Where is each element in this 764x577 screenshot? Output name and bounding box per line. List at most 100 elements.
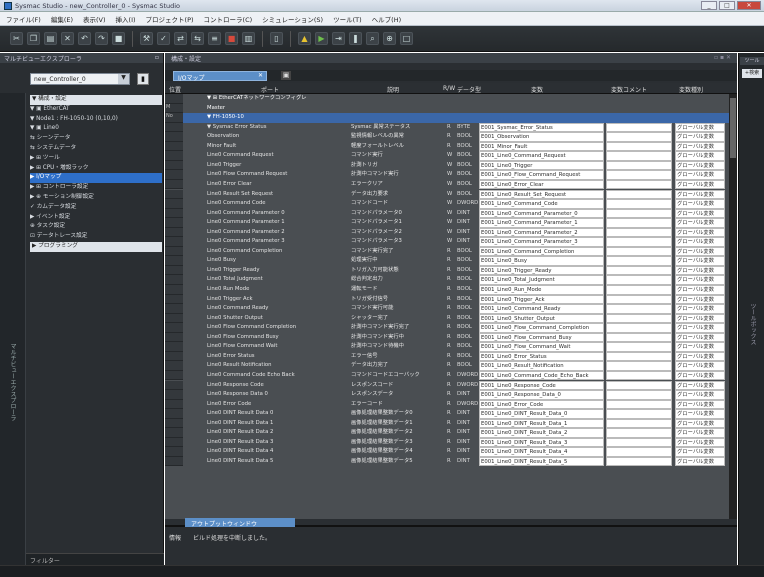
tree-node[interactable]: ▼ 構成・設定 <box>30 95 162 105</box>
transfer-icon[interactable]: ≡ <box>208 32 221 45</box>
variable-cell[interactable]: E001_Line0_Flow_Command_Busy <box>479 332 604 343</box>
variable-cell[interactable]: E001_Line0_Command_Ready <box>479 304 604 314</box>
variable-type-cell[interactable]: グローバル変数 <box>675 132 725 142</box>
tree-node[interactable]: ▶ ⊞ ツール <box>30 154 162 164</box>
tree-node[interactable]: ▶ I/Oマップ <box>30 173 162 184</box>
table-row[interactable]: No ▼ FH-1050-10 <box>165 113 737 123</box>
variable-cell[interactable]: E001_Line0_Command_Request <box>479 151 604 161</box>
delete-icon[interactable]: ✕ <box>61 32 74 45</box>
variable-type-cell[interactable]: グローバル変数 <box>675 437 725 448</box>
variable-comment-cell[interactable] <box>606 227 672 238</box>
table-row[interactable]: Line0 DINT Result Data 1 画像処理結果整数データ1 R DIN… <box>165 418 737 429</box>
tab-tools[interactable]: ツール <box>740 57 764 65</box>
table-row[interactable]: ▼ ⊞ EtherCATネットワークコンフィグレ <box>165 94 737 104</box>
tab-io-map[interactable]: I/Oマップ ✕ <box>173 71 267 82</box>
variable-comment-cell[interactable] <box>606 323 672 333</box>
table-row[interactable]: Line0 Command Parameter 0 コマンドパラメータ0 W DINT… <box>165 208 737 219</box>
col-dtype[interactable]: データ型 <box>457 85 481 94</box>
col-var[interactable]: 変数 <box>531 85 543 94</box>
table-row[interactable]: Minor Fault 軽度フォールトレベル R BOOL E001_Minor_Fau… <box>165 141 737 152</box>
online-icon[interactable]: ⇄ <box>174 32 187 45</box>
variable-comment-cell[interactable] <box>606 122 672 133</box>
table-row[interactable]: Line0 Error Status エラー信号 R BOOL E001_Line0_E… <box>165 351 737 362</box>
variable-cell[interactable]: E001_Minor_Fault <box>479 141 604 152</box>
search-icon[interactable]: ⌕ <box>366 32 379 45</box>
offline-icon[interactable]: ⇆ <box>191 32 204 45</box>
step-icon[interactable]: ⇥ <box>332 32 345 45</box>
variable-type-cell[interactable]: グローバル変数 <box>675 179 725 190</box>
table-row[interactable]: Line0 Flow Command Completion 計測中コマンド実行完了… <box>165 323 737 333</box>
tree-node[interactable]: ▼ Node1 : FH-1050-10 (0,10,0) <box>30 115 162 125</box>
pin-icon[interactable]: ▫ <box>155 54 159 62</box>
variable-comment-cell[interactable] <box>606 208 672 219</box>
table-row[interactable]: Line0 Command Ready コマンド実行可能 R BOOL E001_Lin… <box>165 304 737 314</box>
table-row[interactable]: Line0 Run Mode 運転モード R BOOL E001_Line0_Run_M… <box>165 285 737 295</box>
variable-comment-cell[interactable] <box>606 179 672 190</box>
zoom-icon[interactable]: ⊕ <box>383 32 396 45</box>
variable-cell[interactable]: E001_Line0_Command_Code <box>479 199 604 209</box>
monitor-icon[interactable]: ▯ <box>270 32 283 45</box>
table-row[interactable]: Line0 Flow Command Busy 計測中コマンド実行中 R BOOL E0… <box>165 332 737 343</box>
variable-comment-cell[interactable] <box>606 170 672 180</box>
pause-icon[interactable]: ❚ <box>349 32 362 45</box>
add-tab-button[interactable]: ▣ <box>281 71 291 80</box>
tree-node[interactable]: ▶ プログラミング <box>30 241 162 252</box>
variable-type-cell[interactable]: グローバル変数 <box>675 151 725 161</box>
close-icon[interactable]: ✕ <box>258 72 263 79</box>
minimize-button[interactable]: _ <box>701 1 717 10</box>
variable-comment-cell[interactable] <box>606 189 672 200</box>
copy-icon[interactable]: ❐ <box>27 32 40 45</box>
table-row[interactable]: Line0 DINT Result Data 0 画像処理結果整数データ0 R DIN… <box>165 409 737 419</box>
variable-type-cell[interactable]: グローバル変数 <box>675 304 725 314</box>
variable-cell[interactable]: E001_Line0_Error_Status <box>479 351 604 362</box>
variable-comment-cell[interactable] <box>606 361 672 371</box>
table-row[interactable]: Line0 Command Parameter 3 コマンドパラメータ3 W DINT… <box>165 237 737 247</box>
table-row[interactable]: Line0 Trigger 計測トリガ W BOOL E001_Line0_Trigge… <box>165 160 737 171</box>
variable-type-cell[interactable]: グローバル変数 <box>675 399 725 410</box>
variable-comment-cell[interactable] <box>606 370 672 381</box>
build-icon[interactable]: ⚒ <box>140 32 153 45</box>
tree-node[interactable]: ✓ カムデータ設定 <box>30 203 162 213</box>
controller-properties-button[interactable]: ▮ <box>137 73 149 85</box>
table-row[interactable]: Line0 Error Code エラーコード R DWORD E001_Line0_E… <box>165 399 737 410</box>
variable-comment-cell[interactable] <box>606 332 672 343</box>
undo-icon[interactable]: ↶ <box>78 32 91 45</box>
filter-bar[interactable]: フィルター <box>26 553 164 565</box>
table-row[interactable]: Observation 監視情報レベルの異常 R BOOL E001_Observati… <box>165 132 737 142</box>
variable-type-cell[interactable]: グローバル変数 <box>675 199 725 209</box>
tree-node[interactable]: ⇆ システムデータ <box>30 144 162 154</box>
variable-type-cell[interactable]: グローバル変数 <box>675 380 725 391</box>
scroll-thumb[interactable] <box>730 98 736 158</box>
tree-node[interactable]: ▶ ⊞ コントローラ設定 <box>30 183 162 193</box>
variable-cell[interactable]: E001_Line0_DINT_Result_Data_2 <box>479 428 604 438</box>
controller-select[interactable]: new_Controller_0 ▼ <box>30 73 130 85</box>
menu-file[interactable]: ファイル(F) <box>6 14 41 24</box>
variable-cell[interactable]: E001_Line0_DINT_Result_Data_3 <box>479 437 604 448</box>
variable-comment-cell[interactable] <box>606 218 672 228</box>
save-icon[interactable]: ■ <box>112 32 125 45</box>
menu-edit[interactable]: 編集(E) <box>51 14 73 24</box>
variable-comment-cell[interactable] <box>606 132 672 142</box>
redo-icon[interactable]: ↷ <box>95 32 108 45</box>
variable-type-cell[interactable]: グローバル変数 <box>675 285 725 295</box>
variable-cell[interactable]: E001_Line0_Command_Code_Echo_Back <box>479 370 604 381</box>
variable-cell[interactable]: E001_Line0_Busy <box>479 256 604 266</box>
variable-comment-cell[interactable] <box>606 342 672 352</box>
col-port[interactable]: ポート <box>261 85 279 94</box>
tree-node[interactable]: ⇆ シーンデータ <box>30 134 162 144</box>
table-row[interactable]: Line0 DINT Result Data 5 画像処理結果整数データ5 R DIN… <box>165 456 737 467</box>
variable-type-cell[interactable]: グローバル変数 <box>675 418 725 429</box>
variable-cell[interactable]: E001_Line0_DINT_Result_Data_1 <box>479 418 604 429</box>
table-row[interactable]: Line0 Command Parameter 1 コマンドパラメータ1 W DINT… <box>165 218 737 228</box>
tree-node[interactable]: ▶ イベント設定 <box>30 213 162 223</box>
variable-type-cell[interactable]: グローバル変数 <box>675 313 725 324</box>
variable-cell[interactable]: E001_Line0_DINT_Result_Data_4 <box>479 447 604 457</box>
tree-node[interactable]: ⊡ データトレース設定 <box>30 232 162 242</box>
variable-type-cell[interactable]: グローバル変数 <box>675 361 725 371</box>
table-row[interactable]: ▼ Sysmac Error Status Sysmac 異常ステータス R BYTE… <box>165 122 737 133</box>
maximize-button[interactable]: □ <box>719 1 735 10</box>
menu-insert[interactable]: 挿入(I) <box>116 14 136 24</box>
variable-type-cell[interactable]: グローバル変数 <box>675 390 725 400</box>
variable-type-cell[interactable]: グローバル変数 <box>675 160 725 171</box>
variable-type-cell[interactable]: グローバル変数 <box>675 189 725 200</box>
